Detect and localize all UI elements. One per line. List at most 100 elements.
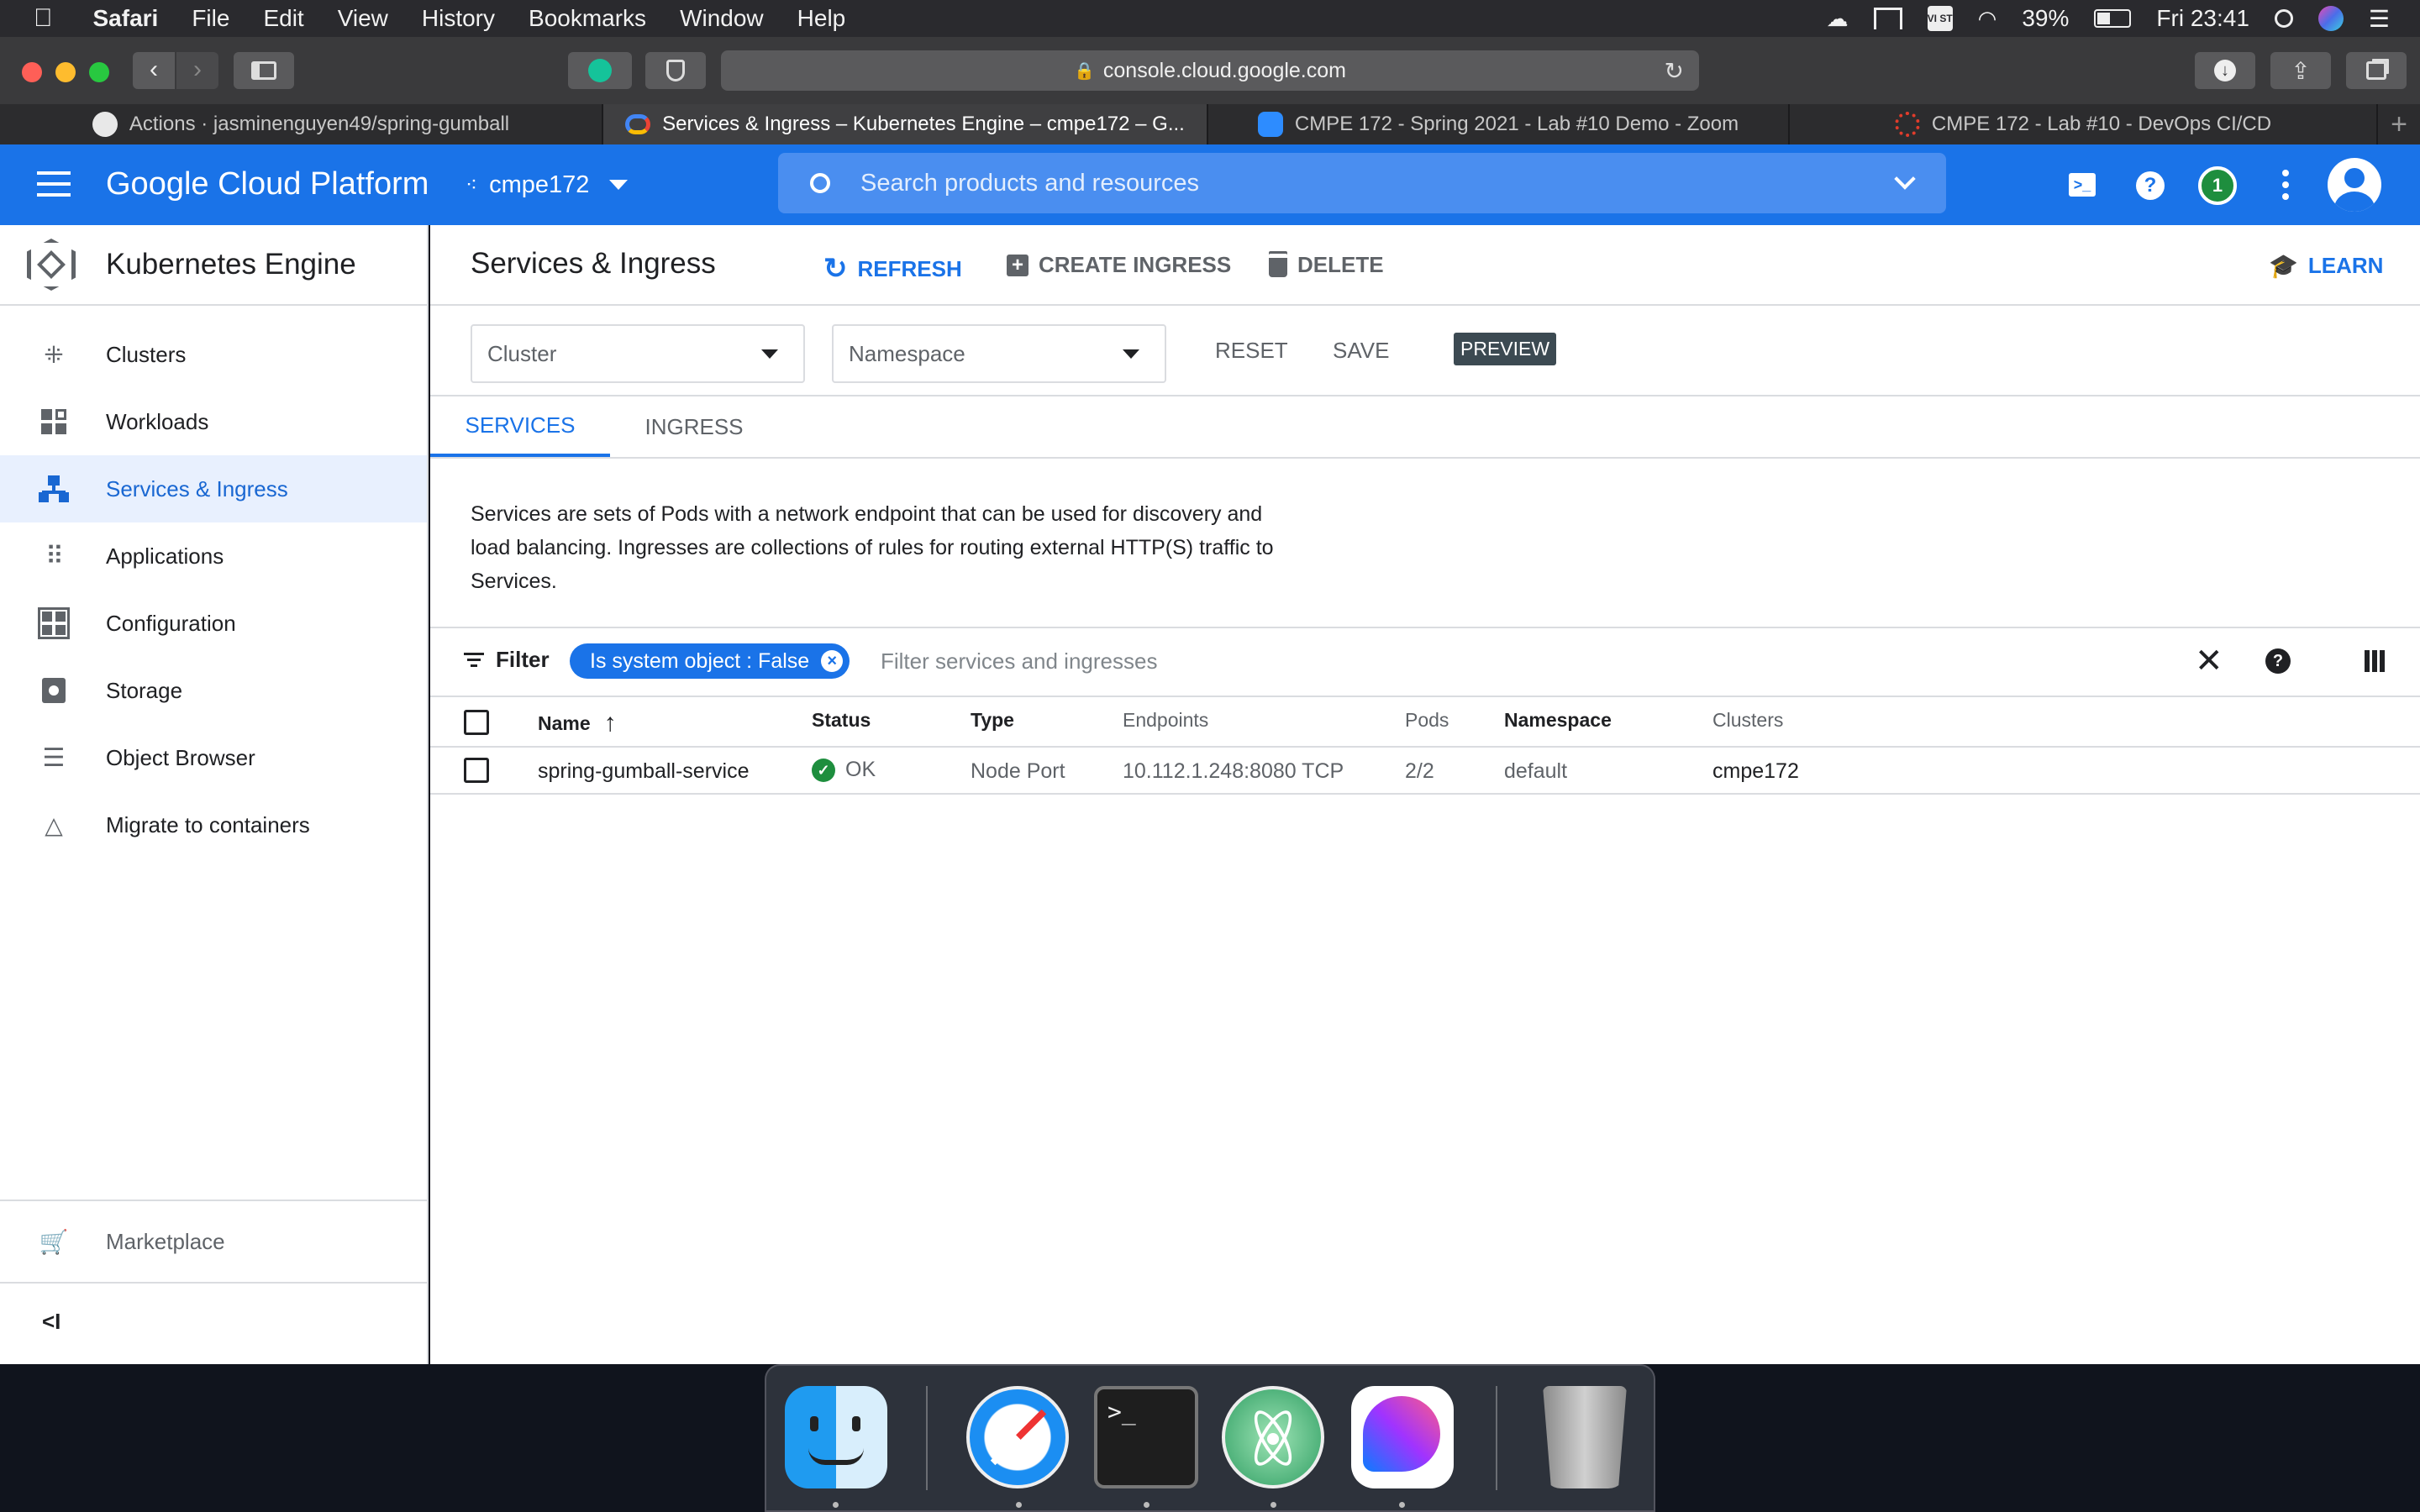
trash-icon[interactable] (1543, 1386, 1627, 1488)
column-header-clusters[interactable]: Clusters (1712, 709, 1783, 732)
refresh-button[interactable]: ↻ REFRESH (823, 252, 962, 286)
column-header-namespace[interactable]: Namespace (1504, 709, 1612, 732)
control-center-icon[interactable]: ☰ (2369, 5, 2390, 33)
sidebar-item-label: Migrate to containers (106, 811, 310, 837)
safari-running-indicator (1016, 1502, 1022, 1508)
finder-running-indicator (833, 1502, 839, 1508)
namespace-select[interactable]: Namespace (832, 324, 1166, 383)
save-button[interactable]: SAVE (1333, 338, 1389, 364)
input-source-icon[interactable]: VI ST (1927, 6, 1953, 31)
sidebar-item-clusters[interactable]: ⁜ Clusters (0, 321, 427, 388)
messenger-icon[interactable] (1351, 1386, 1454, 1488)
sidebar-item-workloads[interactable]: Workloads (0, 388, 427, 455)
sidebar-item-applications[interactable]: ⠿ Applications (0, 522, 427, 590)
menu-history[interactable]: History (422, 5, 495, 32)
share-button[interactable]: ⇪ (2270, 52, 2331, 89)
browser-tab-canvas[interactable]: CMPE 172 - Lab #10 - DevOps CI/CD (1790, 104, 2378, 144)
grammarly-extension-button[interactable] (568, 52, 632, 89)
notifications-button[interactable]: 1 (2198, 166, 2237, 205)
delete-button[interactable]: DELETE (1269, 252, 1384, 278)
tab-ingress[interactable]: INGRESS (610, 396, 778, 457)
cloud-shell-button[interactable]: >_ (2069, 173, 2096, 197)
clock[interactable]: Fri 23:41 (2156, 5, 2249, 32)
service-name-link[interactable]: spring-gumball-service (538, 759, 749, 784)
browser-tab-gcp[interactable]: Services & Ingress – Kubernetes Engine –… (603, 104, 1208, 144)
apple-icon[interactable]:  (34, 4, 53, 33)
menu-file[interactable]: File (192, 5, 229, 32)
finder-icon[interactable] (785, 1386, 887, 1488)
menu-window[interactable]: Window (680, 5, 764, 32)
browser-tab-github-actions[interactable]: Actions · jasminenguyen49/spring-gumball (0, 104, 603, 144)
more-options-icon[interactable] (2282, 170, 2289, 200)
menu-help[interactable]: Help (797, 5, 846, 32)
account-avatar[interactable] (2328, 158, 2381, 212)
menubar-status-area: ☁ VI ST ◠ 39% Fri 23:41 ☰ (1827, 0, 2420, 37)
sidebar-toggle-button[interactable] (234, 52, 294, 89)
row-checkbox[interactable] (464, 758, 489, 783)
column-header-name[interactable]: Name ↑ (538, 709, 617, 738)
airplay-icon[interactable] (1873, 8, 1902, 29)
sidebar-item-configuration[interactable]: Configuration (0, 590, 427, 657)
menu-edit[interactable]: Edit (263, 5, 303, 32)
browser-tab-zoom[interactable]: CMPE 172 - Spring 2021 - Lab #10 Demo - … (1208, 104, 1790, 144)
forward-button[interactable]: › (176, 52, 218, 89)
clear-filter-icon[interactable]: ✕ (2195, 642, 2223, 680)
terminal-icon[interactable]: >_ (1094, 1386, 1198, 1488)
reset-button[interactable]: RESET (1215, 338, 1288, 364)
spotlight-search-icon[interactable] (2274, 9, 2293, 28)
atom-icon[interactable] (1222, 1386, 1324, 1488)
safari-icon[interactable] (966, 1386, 1069, 1488)
status-cell: ✓ OK (812, 758, 876, 782)
privacy-report-button[interactable] (645, 52, 706, 89)
cluster-select[interactable]: Cluster (471, 324, 805, 383)
zoom-window-button[interactable] (89, 62, 109, 82)
search-bar[interactable]: Search products and resources (778, 153, 1946, 213)
select-all-checkbox[interactable] (464, 710, 489, 735)
hamburger-menu-icon[interactable] (37, 171, 71, 197)
table-row[interactable]: spring-gumball-service ✓ OK Node Port 10… (430, 748, 2420, 795)
column-display-options-icon[interactable] (2365, 650, 2385, 672)
menu-app-name[interactable]: Safari (93, 5, 159, 32)
address-bar[interactable]: 🔒 console.cloud.google.com ↻ (721, 50, 1699, 91)
close-window-button[interactable] (22, 62, 42, 82)
sidebar-item-migrate[interactable]: △ Migrate to containers (0, 791, 427, 858)
sidebar-item-services-ingress[interactable]: Services & Ingress (0, 455, 427, 522)
filter-input[interactable]: Filter services and ingresses (881, 648, 1157, 675)
wifi-icon[interactable]: ◠ (1978, 6, 1997, 32)
clusters-cell[interactable]: cmpe172 (1712, 759, 1799, 784)
column-header-pods[interactable]: Pods (1405, 709, 1449, 732)
endpoints-cell[interactable]: 10.112.1.248:8080 TCP (1123, 759, 1344, 784)
reload-icon[interactable]: ↻ (1665, 57, 1684, 85)
menu-bookmarks[interactable]: Bookmarks (529, 5, 646, 32)
siri-icon[interactable] (2317, 6, 2344, 31)
help-button[interactable]: ? (2136, 171, 2165, 200)
column-header-endpoints[interactable]: Endpoints (1123, 709, 1208, 732)
new-tab-button[interactable]: + (2378, 104, 2420, 144)
project-dots-icon: ⁖ (466, 173, 478, 197)
filter-button[interactable]: Filter (464, 647, 550, 673)
battery-percent: 39% (2022, 5, 2070, 31)
menu-view[interactable]: View (338, 5, 388, 32)
battery-icon[interactable] (2094, 9, 2132, 28)
create-ingress-button[interactable]: + CREATE INGRESS (1007, 252, 1231, 278)
project-picker[interactable]: ⁖ cmpe172 (466, 166, 629, 203)
collapse-sidebar-button[interactable]: <I (42, 1309, 60, 1335)
learn-button[interactable]: 🎓 LEARN (2269, 252, 2383, 280)
search-expand-icon[interactable] (1894, 168, 1916, 190)
sidebar-item-storage[interactable]: Storage (0, 657, 427, 724)
column-header-type[interactable]: Type (971, 709, 1014, 732)
downloads-button[interactable]: ↓ (2195, 52, 2255, 89)
filter-chip[interactable]: Is system object : False × (570, 643, 850, 679)
chip-close-icon[interactable]: × (821, 650, 844, 672)
filter-help-icon[interactable]: ? (2265, 648, 2291, 674)
sidebar-item-marketplace[interactable]: 🛒 Marketplace (0, 1208, 427, 1275)
tab-services[interactable]: SERVICES (430, 396, 610, 457)
sidebar-item-object-browser[interactable]: ☰ Object Browser (0, 724, 427, 791)
minimize-window-button[interactable] (55, 62, 76, 82)
tab-label: Services & Ingress – Kubernetes Engine –… (662, 113, 1185, 135)
gcp-title[interactable]: Google Cloud Platform (106, 166, 429, 202)
tab-overview-button[interactable] (2346, 52, 2407, 89)
back-button[interactable]: ‹ (133, 52, 175, 89)
column-header-status[interactable]: Status (812, 709, 871, 732)
cloud-sync-icon[interactable]: ☁ (1827, 6, 1849, 32)
